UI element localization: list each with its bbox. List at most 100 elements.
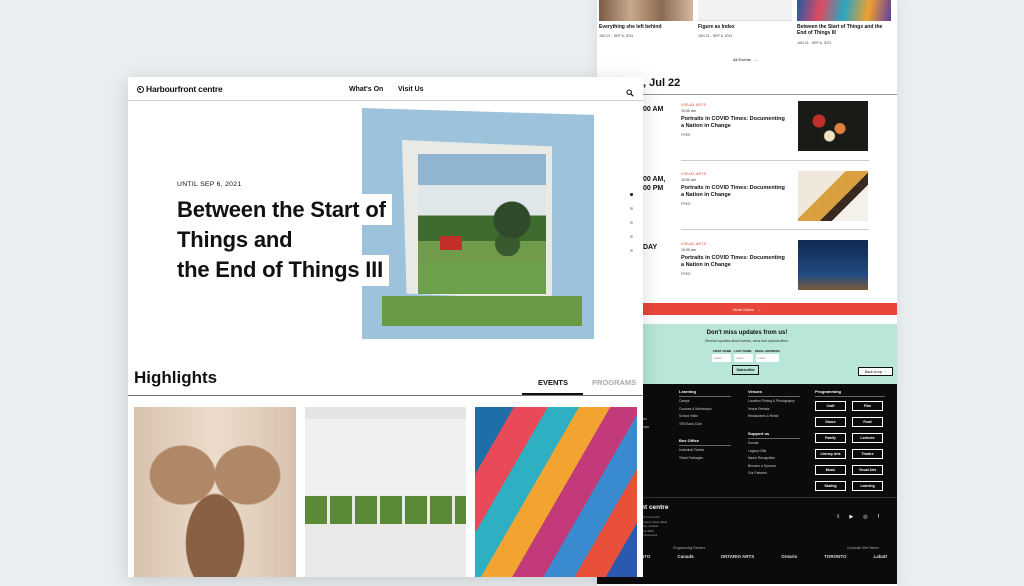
footer-rule [748, 438, 800, 439]
header-divider [128, 100, 643, 101]
programming-button-visual-arts[interactable]: Visual Arts [852, 465, 883, 475]
partner-logo: ONTARIO ARTS [720, 554, 755, 559]
card-title[interactable]: Figure as Index [698, 24, 792, 30]
footer-heading: Support us [748, 431, 770, 436]
box-office-list: Individual Tickets Ticket Packages [679, 447, 704, 462]
email-field[interactable]: Label [756, 354, 779, 362]
email-label: EMAIL ADDRESS [755, 349, 780, 353]
arrow-right-icon: → [756, 306, 761, 312]
field-placeholder: Label [758, 356, 766, 360]
footer-link[interactable]: Ticket Packages [679, 455, 704, 463]
highlight-card-image-hands[interactable] [134, 407, 296, 577]
hero-red-house [440, 236, 462, 250]
footer-link[interactable]: Restaurants & Retail [748, 413, 795, 421]
card-image-hands-small[interactable] [599, 0, 693, 21]
highlight-card-image-quilt[interactable] [475, 407, 637, 577]
event-title[interactable]: Portraits in COVID Times: Documenting a … [681, 185, 789, 199]
rights-text: ts Reserved. [641, 533, 658, 537]
footer-link[interactable]: Location Filming & Photography [748, 398, 795, 406]
programming-button-film[interactable]: Film [852, 401, 883, 411]
partner-logo: TORONTO [824, 554, 847, 559]
footer-link[interactable]: Become a Sponsor [748, 463, 776, 471]
programming-button-music[interactable]: Music [815, 465, 846, 475]
programming-button-family[interactable]: Family [815, 433, 846, 443]
footer-link[interactable]: Venue Rentals [748, 406, 795, 414]
instagram-icon[interactable]: ◎ [863, 514, 867, 520]
event-title[interactable]: Portraits in COVID Times: Documenting a … [681, 255, 789, 269]
event-image-flowers[interactable] [798, 101, 868, 151]
partner-logo: Canadä [677, 554, 694, 559]
programming-button-learning[interactable]: Learning [852, 481, 883, 491]
programming-button-lectures[interactable]: Lectures [852, 433, 883, 443]
footer-address: orfront Centre Queens Quay West onto, On… [641, 515, 667, 538]
footer-rule [815, 396, 885, 397]
card-date: JUN 21 - SEP 6, 2021 [599, 34, 634, 38]
footer-link[interactable]: School Visits [679, 413, 712, 421]
card-title[interactable]: Between the Start of Things and the End … [797, 24, 887, 36]
all-events-link[interactable]: All Events → [733, 57, 758, 62]
arrow-up-icon: ↑ [884, 369, 887, 374]
partner-logo: Ontario [781, 554, 798, 559]
highlight-card-image-gallery[interactable] [305, 407, 466, 577]
tab-programs[interactable]: PROGRAMS [592, 378, 636, 387]
back-to-top-button[interactable]: Back to top ↑ [858, 367, 893, 376]
first-name-field[interactable]: Label [712, 354, 731, 362]
footer-rule [679, 396, 731, 397]
carousel-dot[interactable] [630, 221, 633, 224]
carousel-dot[interactable] [630, 207, 633, 210]
twitter-icon[interactable]: 𝕥 [837, 514, 839, 520]
youtube-icon[interactable]: ▶ [849, 514, 853, 520]
date-heading: , Jul 22 [643, 77, 681, 89]
back-to-top-label: Back to top [864, 369, 883, 374]
event-image-painter[interactable] [798, 171, 868, 221]
event-title[interactable]: Portraits in COVID Times: Documenting a … [681, 116, 789, 130]
first-name-label: FIRST NAME [713, 349, 732, 353]
programming-button-craft[interactable]: Craft [815, 401, 846, 411]
card-title[interactable]: Everything she left behind [599, 24, 693, 30]
hero-artwork-image[interactable] [362, 108, 594, 339]
carousel-dot-active[interactable] [630, 193, 633, 196]
search-icon[interactable] [626, 84, 634, 97]
footer-link[interactable]: Donate [748, 440, 776, 448]
event-time-label: DAY [643, 244, 658, 251]
footer-rule [679, 445, 731, 446]
footer-link[interactable]: Legacy Gifts [748, 448, 776, 456]
social-icons: 𝕥 ▶ ◎ f [837, 514, 879, 520]
footer-link[interactable]: Courses & Workshops [679, 406, 712, 414]
card-image-quilt-small[interactable] [797, 0, 891, 21]
subscribe-button[interactable]: Subscribe [732, 365, 759, 375]
nav-whats-on[interactable]: What's On [349, 86, 383, 93]
partner-logos: NTO Canadä ONTARIO ARTS Ontario TORONTO … [641, 554, 887, 559]
programming-button-skating[interactable]: Skating [815, 481, 846, 491]
hero-title[interactable]: Between the Start of Things and the End … [170, 194, 392, 286]
programming-button-theatre[interactable]: Theatre [852, 449, 883, 459]
programming-button-food[interactable]: Food [852, 417, 883, 427]
footer-link[interactable]: Individual Tickets [679, 447, 704, 455]
carousel-dot[interactable] [630, 235, 633, 238]
highlights-heading: Highlights [134, 368, 218, 387]
hero-date: UNTIL SEP 6, 2021 [177, 181, 242, 188]
carousel-dot[interactable] [630, 249, 633, 252]
programming-button-dance[interactable]: Dance [815, 417, 846, 427]
hero-title-line: Between the Start of [170, 194, 392, 225]
footer-link[interactable]: Our Partners [748, 470, 776, 478]
gallery-painting [305, 496, 466, 524]
hero-tree [490, 196, 534, 256]
event-time-label: 00 AM, 00 PM [643, 176, 666, 192]
footer-link[interactable]: Camps [679, 398, 712, 406]
footer-heading: Venues [748, 389, 763, 394]
footer-rule [748, 396, 800, 397]
nav-visit-us[interactable]: Visit Us [398, 86, 424, 93]
last-name-field[interactable]: Label [734, 354, 753, 362]
hero-title-line: the End of Things III [170, 255, 390, 286]
highlights-divider [128, 395, 643, 396]
footer-heading: Learning [679, 389, 696, 394]
card-image-gallery-small[interactable] [698, 0, 792, 21]
footer-link[interactable]: TiFA Book Club [679, 421, 712, 429]
footer-link[interactable]: Name Recognition [748, 455, 776, 463]
facebook-icon[interactable]: f [878, 514, 879, 520]
event-image-stage[interactable] [798, 240, 868, 290]
programming-button-literary-arts[interactable]: Literary Arts [815, 449, 846, 459]
tab-events[interactable]: EVENTS [538, 378, 568, 387]
site-logo[interactable]: Harbourfront centre [137, 84, 223, 94]
